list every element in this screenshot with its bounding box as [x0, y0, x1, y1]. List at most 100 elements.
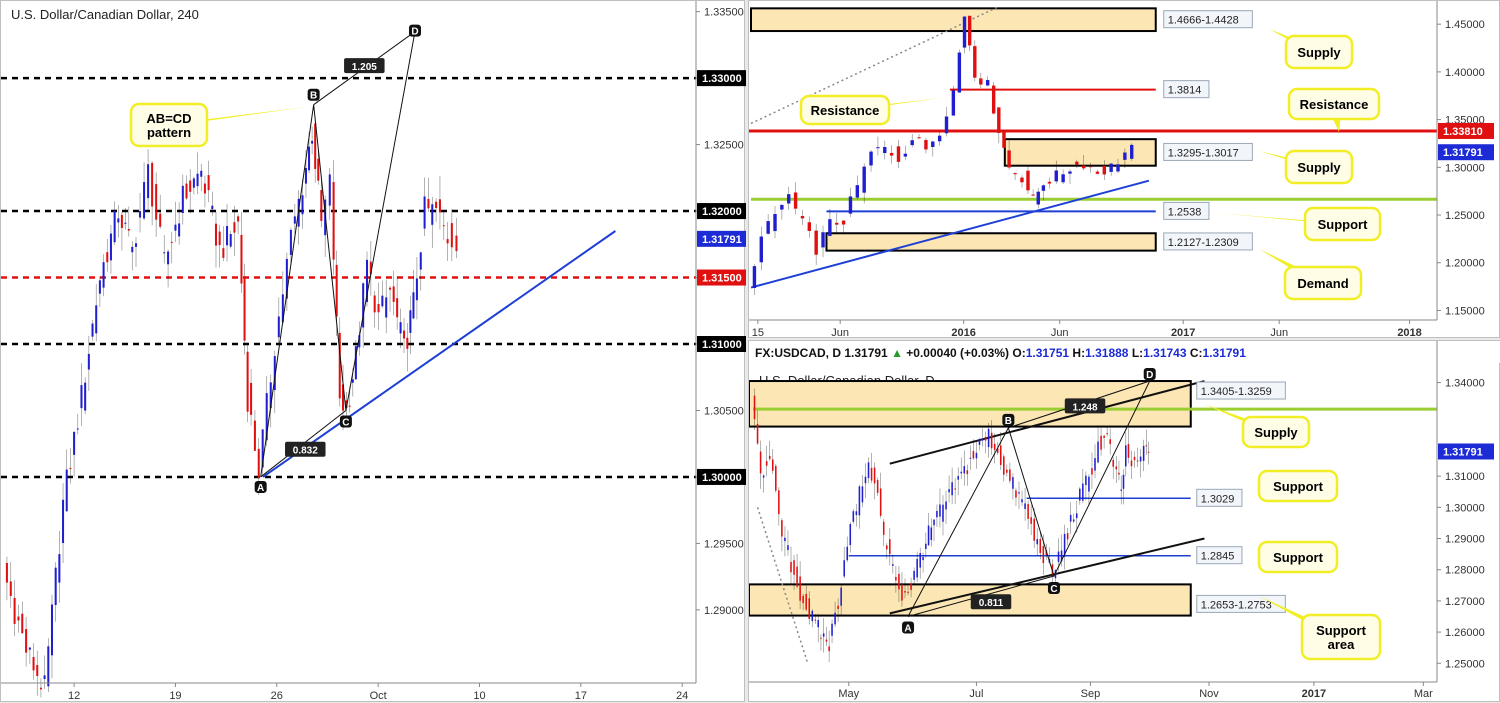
callout-support-area-text: Support: [1316, 623, 1366, 638]
candle-body: [32, 657, 35, 671]
candle-body: [159, 213, 162, 227]
candle-body: [120, 214, 123, 228]
candle-body: [277, 316, 280, 338]
candle-body: [1054, 170, 1058, 182]
current-price-tag-text: 1.31791: [1443, 446, 1483, 458]
candle-body: [855, 511, 858, 516]
candle-body: [814, 619, 817, 621]
candle-body: [1031, 194, 1035, 196]
candle-body: [960, 471, 963, 474]
zone-label-0-text: 1.3405-1.3259: [1201, 386, 1272, 398]
candle-body: [151, 162, 154, 207]
candle-body: [1109, 163, 1113, 172]
price-tick-label: 1.15000: [1445, 305, 1485, 317]
price-tick-label: 1.26000: [1445, 627, 1485, 639]
candle-body: [1139, 456, 1142, 462]
candle-body: [759, 451, 762, 474]
ticker-info-part: 1.31791: [1203, 346, 1247, 360]
chart-panel-4h[interactable]: U.S. Dollar/Canadian Dollar, 240 A B C D 0.83…: [0, 0, 746, 703]
ratio-cd-text: 1.248: [1073, 402, 1098, 413]
candle-body: [1130, 460, 1133, 467]
candle-body: [229, 234, 232, 247]
candle-body: [1018, 492, 1020, 494]
candle-body: [1120, 489, 1122, 491]
candle-body: [1068, 171, 1072, 174]
time-tick-label: 15: [752, 327, 764, 339]
candle-body: [1026, 170, 1030, 191]
ticker-info-part: L:: [1132, 346, 1143, 360]
pattern-point-a-text: A: [904, 624, 911, 635]
level-tag-text: 1.31500: [702, 273, 742, 285]
candle-body: [1123, 152, 1127, 160]
candle-body: [936, 510, 938, 518]
chart-4h-svg[interactable]: U.S. Dollar/Canadian Dollar, 240 A B C D 0.83…: [1, 1, 746, 703]
callout-support-area-text: area: [1328, 637, 1356, 652]
price-tick-label: 1.30000: [1445, 162, 1485, 174]
candle-body: [226, 226, 229, 246]
price-tick-label: 1.28000: [1445, 565, 1485, 577]
chart-weekly-svg[interactable]: U.S. Dollar/Canadian Dollar, W1.4666-1.4…: [749, 1, 1500, 339]
candle-body: [997, 107, 1001, 133]
candle-body: [852, 511, 855, 522]
candle-body: [124, 222, 127, 224]
price-tick-label: 1.31000: [1445, 471, 1485, 483]
candle-body: [979, 78, 983, 85]
callout-support2-text: Support: [1273, 550, 1323, 565]
candle-body: [62, 499, 65, 544]
time-tick-label: 17: [575, 690, 587, 702]
candle-body: [848, 196, 853, 214]
candle-body: [1013, 173, 1017, 175]
abcd-pattern-line: [260, 31, 416, 478]
zone-2: [825, 232, 1157, 252]
callout-supply-top-text: Supply: [1297, 45, 1341, 60]
candle-body: [1145, 445, 1148, 447]
candle-body: [768, 455, 771, 459]
candle-body: [1127, 444, 1130, 458]
candle-body: [1094, 458, 1096, 471]
candle-body: [196, 173, 199, 187]
candle-body: [972, 451, 975, 459]
candle-body: [1075, 161, 1079, 165]
chart-panel-daily[interactable]: FX:USDCAD, D 1.31791 ▲ +0.00040 (+0.03%)…: [748, 340, 1500, 702]
chart-daily-svg[interactable]: FX:USDCAD, D 1.31791 ▲ +0.00040 (+0.03%)…: [749, 341, 1500, 703]
level-tag-text: 1.33000: [702, 73, 742, 85]
candle-body: [80, 385, 83, 409]
candle-body: [864, 476, 867, 484]
candle-body: [1091, 468, 1093, 475]
candle-body: [1069, 514, 1072, 522]
pattern-point-a-text: A: [257, 483, 264, 494]
candle-body: [392, 286, 395, 302]
time-tick-label: Jun: [1270, 327, 1288, 339]
candle-body: [91, 323, 94, 337]
pattern-point-d-text: D: [411, 27, 418, 38]
candle-body: [869, 151, 873, 166]
candle-body: [385, 297, 388, 318]
candle-body: [113, 210, 116, 243]
chart-panel-weekly[interactable]: U.S. Dollar/Canadian Dollar, W1.4666-1.4…: [748, 0, 1500, 339]
candle-body: [163, 252, 166, 254]
price-tick-label: 1.40000: [1445, 67, 1485, 79]
candle-body: [1057, 551, 1060, 562]
candle-body: [895, 576, 897, 581]
candle-body: [87, 353, 90, 370]
candle-body: [131, 246, 134, 253]
current-price-tag-text: 1.31791: [702, 234, 742, 246]
candle-body: [257, 448, 260, 479]
ticker-info-part: FX:USDCAD, D: [755, 346, 844, 360]
candle-body: [1012, 477, 1014, 489]
pattern-point-c-text: C: [342, 417, 349, 428]
ticker-info-part: ▲: [891, 346, 906, 360]
candle-body: [65, 469, 68, 512]
candle-body: [301, 195, 304, 215]
level-tag-text: 1.32000: [702, 206, 742, 218]
candle-body: [415, 278, 418, 301]
candle-body: [862, 166, 866, 193]
candle-body: [1015, 490, 1017, 498]
time-tick-label: 2016: [951, 327, 975, 339]
candle-body: [1033, 518, 1035, 541]
candle-body: [95, 305, 98, 334]
candle-body: [1003, 456, 1005, 475]
candle-body: [311, 140, 314, 144]
candle-body: [399, 322, 402, 334]
candle-body: [406, 337, 409, 349]
